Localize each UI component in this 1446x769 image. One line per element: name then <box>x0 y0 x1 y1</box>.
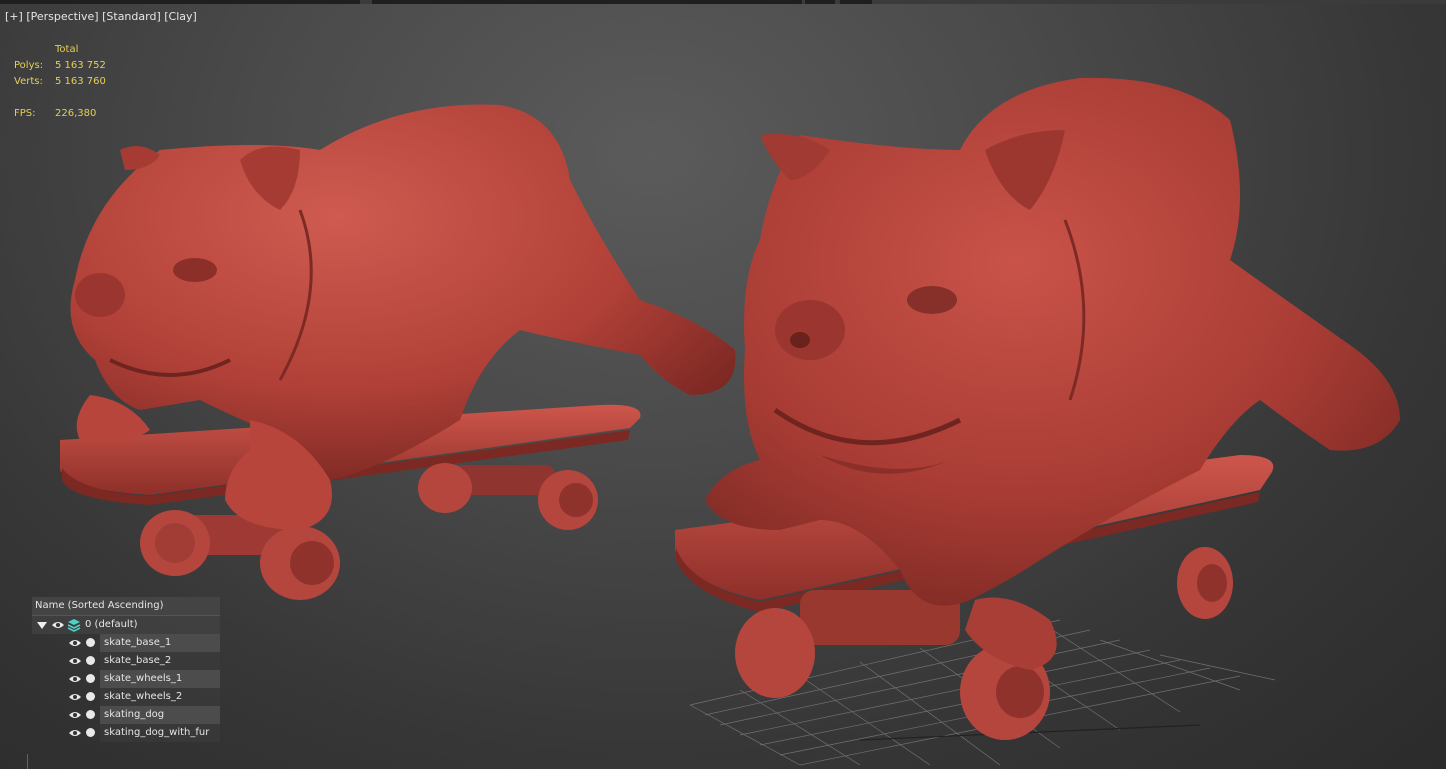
layer-row-default[interactable]: 0 (default) <box>32 616 220 634</box>
list-item[interactable]: skate_base_1 <box>69 634 220 652</box>
fps-value: 226,380 <box>55 108 97 119</box>
list-item[interactable]: skate_base_2 <box>69 652 220 670</box>
list-item[interactable]: skating_dog_with_fur <box>69 724 220 742</box>
statistics-overlay: Total Polys: 5 163 752 Verts: 5 163 760 FP… <box>14 42 106 122</box>
dog-body <box>70 104 736 480</box>
layer-label: 0 (default) <box>85 619 138 630</box>
viewport-shading-menu[interactable]: [Standard] <box>102 10 161 23</box>
object-label: skate_wheels_1 <box>104 673 183 684</box>
eye-icon[interactable] <box>69 675 81 683</box>
viewport-corner-marker <box>27 754 36 769</box>
object-label: skating_dog_with_fur <box>104 727 210 738</box>
circle-icon[interactable] <box>86 656 95 665</box>
verts-label: Verts: <box>14 76 43 87</box>
viewport-style-menu[interactable]: [Clay] <box>164 10 197 23</box>
eye-icon[interactable] <box>52 621 64 629</box>
eye-icon[interactable] <box>69 729 81 737</box>
list-item[interactable]: skating_dog <box>69 706 220 724</box>
fps-label: FPS: <box>14 108 36 119</box>
triangle-down-icon[interactable] <box>37 622 47 629</box>
skating-dog-with-fur-model[interactable] <box>675 77 1400 740</box>
circle-icon[interactable] <box>86 728 95 737</box>
eye-icon[interactable] <box>69 693 81 701</box>
list-item[interactable]: skate_wheels_1 <box>69 670 220 688</box>
polys-value: 5 163 752 <box>55 60 106 71</box>
list-item[interactable]: skate_wheels_2 <box>69 688 220 706</box>
object-label: skating_dog <box>104 709 165 720</box>
stats-header: Total <box>55 44 79 55</box>
eye-icon[interactable] <box>69 711 81 719</box>
viewport-label-menu: [+] [Perspective] [Standard] [Clay] <box>5 10 197 23</box>
circle-icon[interactable] <box>86 692 95 701</box>
explorer-column-header[interactable]: Name (Sorted Ascending) <box>32 597 220 616</box>
object-label: skate_wheels_2 <box>104 691 183 702</box>
eye-icon[interactable] <box>69 657 81 665</box>
circle-icon[interactable] <box>86 710 95 719</box>
verts-value: 5 163 760 <box>55 76 106 87</box>
skating-dog-model[interactable] <box>60 104 736 600</box>
polys-label: Polys: <box>14 60 44 71</box>
scene-explorer: Name (Sorted Ascending) 0 (default) skat… <box>32 597 220 742</box>
viewport-plus-menu[interactable]: [+] <box>5 10 23 23</box>
circle-icon[interactable] <box>86 638 95 647</box>
object-label: skate_base_2 <box>104 655 172 666</box>
viewport-view-menu[interactable]: [Perspective] <box>26 10 98 23</box>
layers-icon <box>67 619 81 632</box>
object-label: skate_base_1 <box>104 637 172 648</box>
circle-icon[interactable] <box>86 674 95 683</box>
eye-icon[interactable] <box>69 639 81 647</box>
